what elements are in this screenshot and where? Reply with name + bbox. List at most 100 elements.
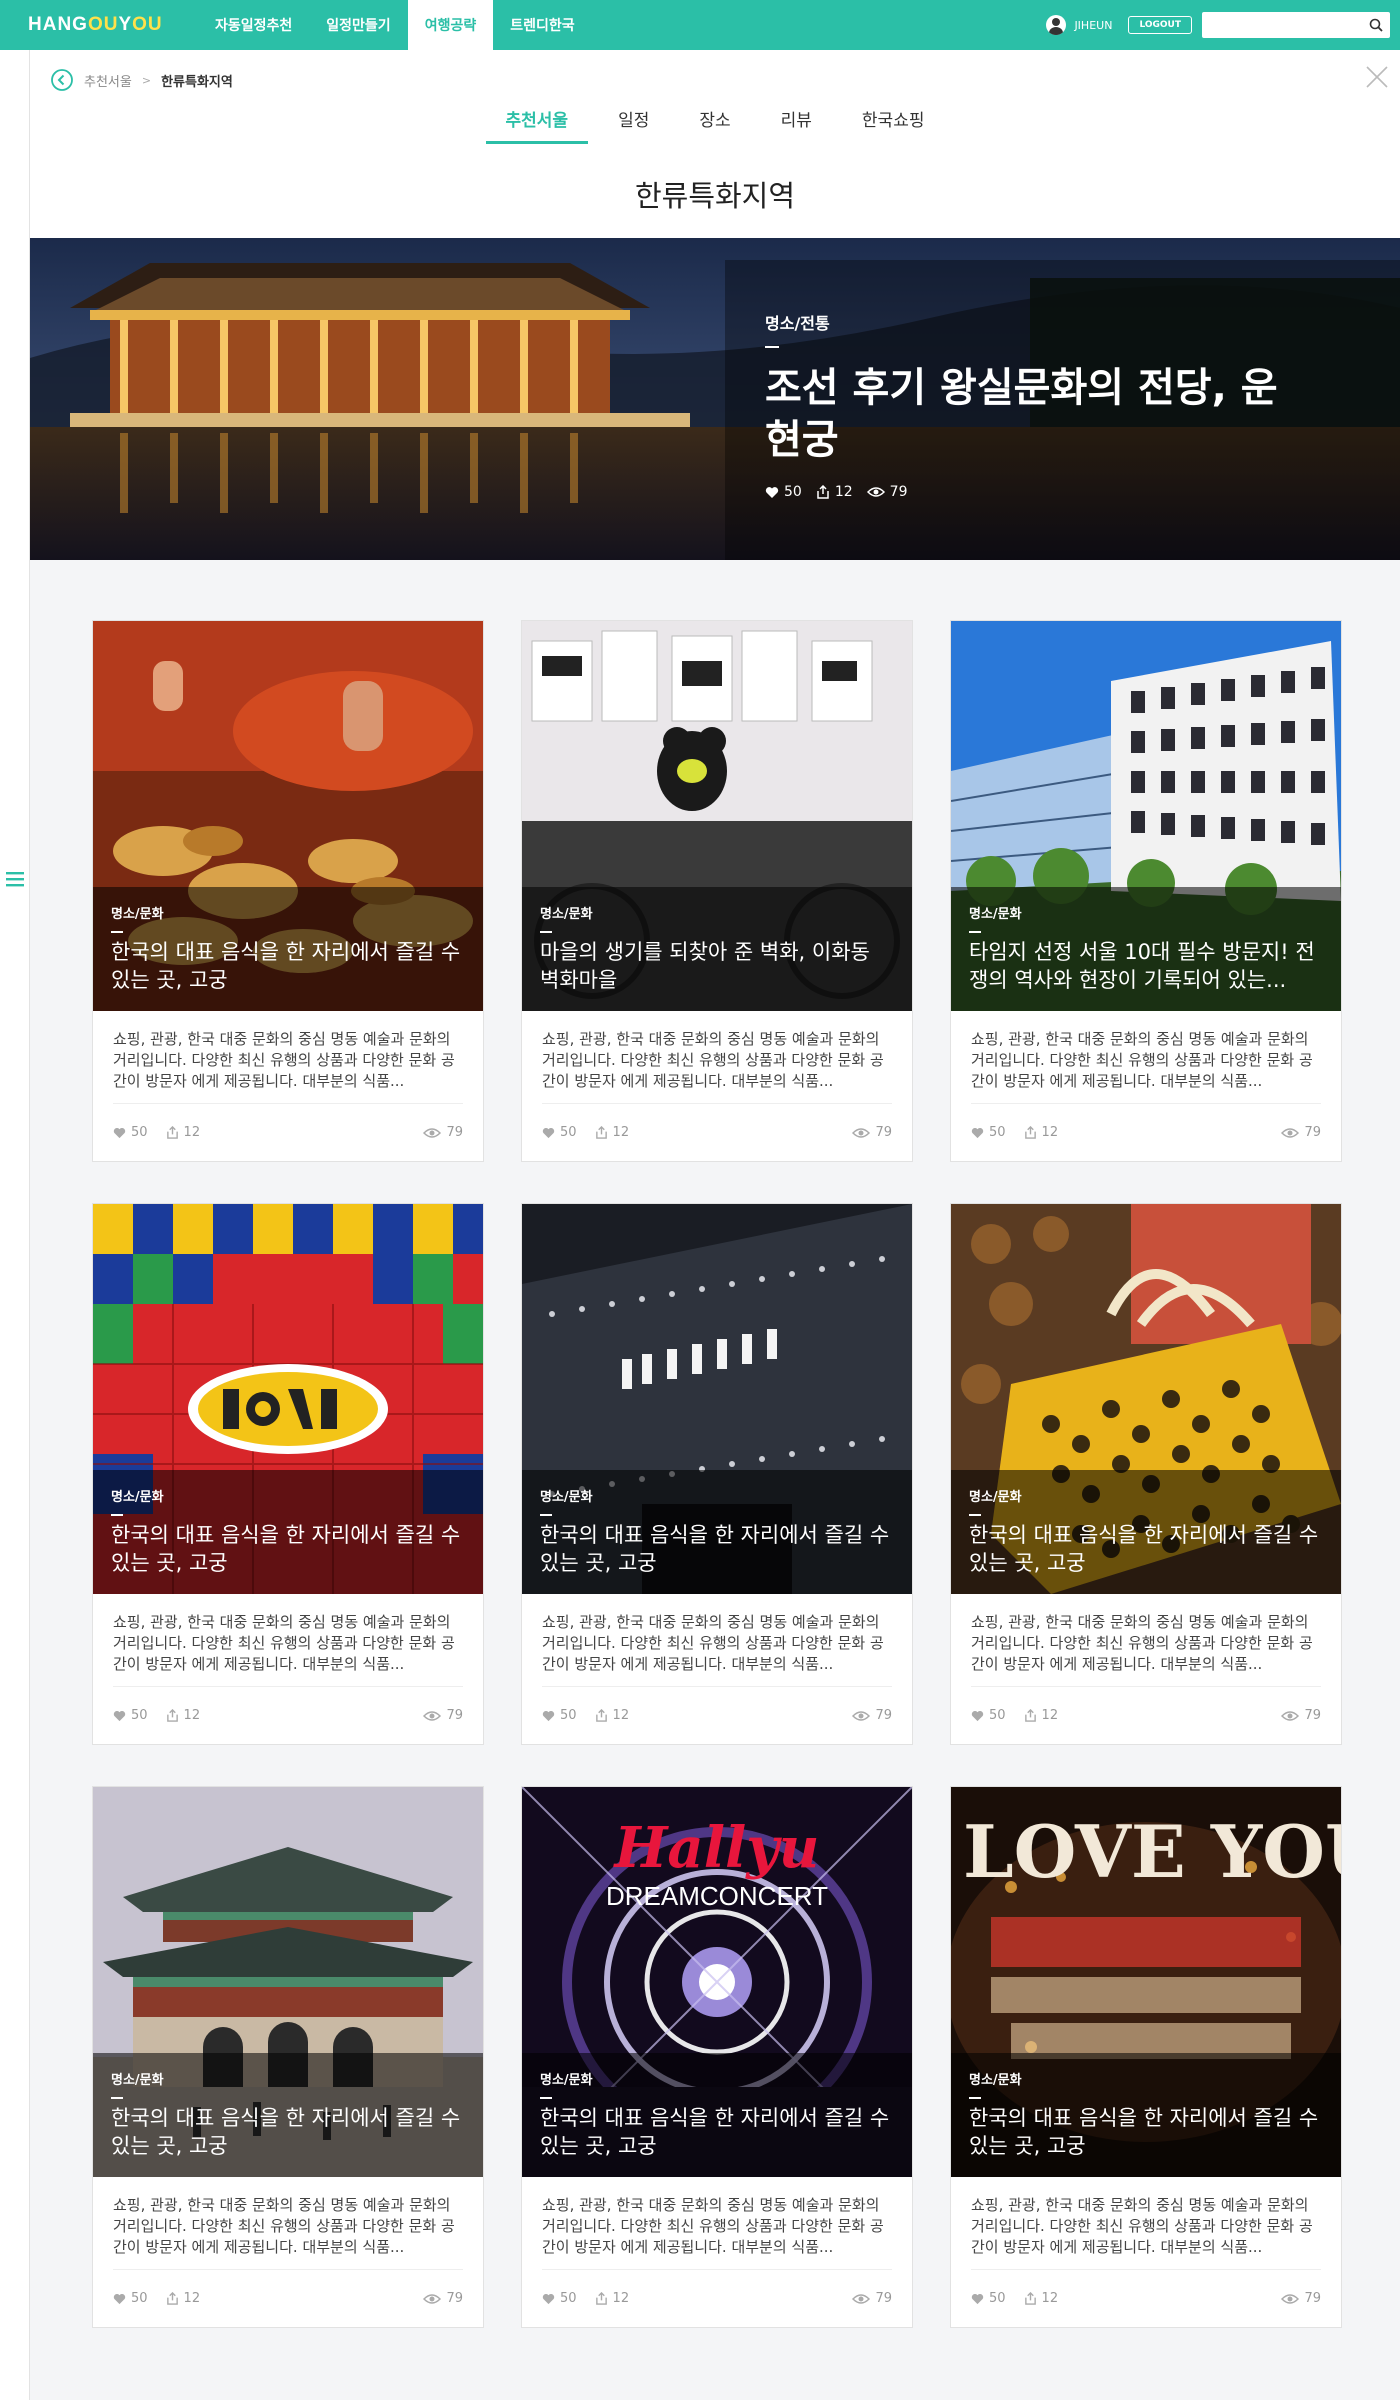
- nav-item-make-schedule[interactable]: 일정만들기: [309, 0, 407, 50]
- card-likes[interactable]: 50: [971, 2291, 1006, 2306]
- heart-icon: [971, 1710, 984, 1721]
- shares-count: 12: [183, 2291, 201, 2306]
- card-shares[interactable]: 12: [595, 1708, 629, 1723]
- search-input[interactable]: [1202, 12, 1362, 38]
- card-likes[interactable]: 50: [971, 1708, 1006, 1723]
- card-shares[interactable]: 12: [166, 2291, 201, 2306]
- page-header: 추천서울 > 한류특화지역 추천서울 일정 장소 리뷰 한국쇼핑 한류특화지역: [30, 50, 1400, 240]
- card-category: 명소/문화: [969, 1490, 1022, 1505]
- card-shares[interactable]: 12: [166, 1125, 201, 1140]
- tab-recommended-seoul[interactable]: 추천서울: [485, 106, 589, 144]
- card-image: 명소/문화 한국의 대표 음식을 한 자리에서 즐길 수 있는 곳, 고궁: [93, 621, 483, 1011]
- card-likes[interactable]: 50: [113, 2291, 148, 2306]
- place-card[interactable]: I LOVE YOU 명소/문화 한국의 대표 음식을 한 자리에서 즐길 수 …: [950, 1786, 1342, 2328]
- hamburger-menu-icon[interactable]: [6, 870, 24, 888]
- card-likes[interactable]: 50: [542, 2291, 577, 2306]
- tab-reviews[interactable]: 리뷰: [761, 106, 832, 144]
- nav-item-auto-schedule[interactable]: 자동일정추천: [198, 0, 309, 50]
- place-card[interactable]: 명소/문화 한국의 대표 음식을 한 자리에서 즐길 수 있는 곳, 고궁 쇼핑…: [92, 620, 484, 1162]
- username: JIHEUN: [1074, 18, 1113, 32]
- place-card[interactable]: 명소/문화 한국의 대표 음식을 한 자리에서 즐길 수 있는 곳, 고궁 쇼핑…: [92, 1203, 484, 1745]
- card-caption-overlay: 명소/문화 한국의 대표 음식을 한 자리에서 즐길 수 있는 곳, 고궁: [522, 2053, 912, 2177]
- card-shares[interactable]: 12: [595, 1125, 630, 1140]
- likes-count: 50: [131, 1708, 148, 1723]
- search-icon[interactable]: [1368, 17, 1384, 33]
- eye-icon: [423, 2293, 442, 2304]
- card-image: 명소/문화 한국의 대표 음식을 한 자리에서 즐길 수 있는 곳, 고궁: [93, 1787, 483, 2177]
- back-arrow-icon[interactable]: [50, 68, 74, 92]
- hero-category: 명소/전통: [765, 314, 830, 333]
- card-views: 79: [1281, 1125, 1321, 1140]
- breadcrumb-parent[interactable]: 추천서울: [84, 71, 132, 90]
- card-views: 79: [1281, 1708, 1321, 1723]
- card-title: 한국의 대표 음식을 한 자리에서 즐길 수 있는 곳, 고궁: [111, 1523, 461, 1575]
- card-stats: 50 12 79: [971, 2269, 1321, 2327]
- divider: [969, 1514, 981, 1516]
- card-title: 타임지 선정 서울 10대 필수 방문지! 전쟁의 역사와 현장이 기록되어 있…: [969, 940, 1315, 992]
- tab-places[interactable]: 장소: [679, 106, 750, 144]
- eye-icon: [852, 1710, 871, 1721]
- place-card[interactable]: 명소/문화 한국의 대표 음식을 한 자리에서 즐길 수 있는 곳, 고궁 쇼핑…: [92, 1786, 484, 2328]
- card-stats: 50 12 79: [542, 1103, 892, 1161]
- views-count: 79: [446, 2291, 463, 2306]
- card-shares[interactable]: 12: [595, 2291, 629, 2306]
- card-likes[interactable]: 50: [113, 1125, 148, 1140]
- card-description: 쇼핑, 관광, 한국 대중 문화의 중심 명동 예술과 문화의 거리입니다. 다…: [113, 1613, 455, 1673]
- place-card[interactable]: Hallyu DREAMCONCERT 명소/문화 한국의 대표 음식을 한 자…: [521, 1786, 913, 2328]
- card-stats: 50 12 79: [113, 1103, 463, 1161]
- card-caption-overlay: 명소/문화 타임지 선정 서울 10대 필수 방문지! 전쟁의 역사와 현장이 …: [951, 887, 1341, 1011]
- tab-schedule[interactable]: 일정: [598, 106, 669, 144]
- site-logo[interactable]: HANGOUYOU: [28, 14, 188, 36]
- place-card[interactable]: 명소/문화 마을의 생기를 되찾아 준 벽화, 이화동 벽화마을 쇼핑, 관광,…: [521, 620, 913, 1162]
- shares-count: 12: [183, 1125, 201, 1140]
- card-shares[interactable]: 12: [1024, 1125, 1058, 1140]
- card-shares[interactable]: 12: [1024, 2291, 1059, 2306]
- share-icon: [1024, 1126, 1036, 1139]
- card-likes[interactable]: 50: [542, 1708, 577, 1723]
- card-description: 쇼핑, 관광, 한국 대중 문화의 중심 명동 예술과 문화의 거리입니다. 다…: [113, 2196, 455, 2256]
- nav-item-trendy-korea[interactable]: 트렌디한국: [493, 0, 591, 50]
- heart-icon: [971, 2293, 984, 2304]
- views-count: 79: [446, 1708, 463, 1723]
- share-icon: [166, 1126, 178, 1139]
- shares-count: 12: [1041, 2291, 1059, 2306]
- eye-icon: [423, 1710, 442, 1721]
- shares-count: 12: [1041, 1708, 1059, 1723]
- card-likes[interactable]: 50: [113, 1708, 148, 1723]
- card-image: 명소/문화 타임지 선정 서울 10대 필수 방문지! 전쟁의 역사와 현장이 …: [951, 621, 1341, 1011]
- views-count: 79: [889, 484, 908, 500]
- place-card[interactable]: 명소/문화 한국의 대표 음식을 한 자리에서 즐길 수 있는 곳, 고궁 쇼핑…: [521, 1203, 913, 1745]
- hero-banner[interactable]: 명소/전통 조선 후기 왕실문화의 전당, 운현궁 50 12 79: [30, 238, 1400, 560]
- likes-count: 50: [989, 2291, 1006, 2306]
- shares-count: 12: [612, 1125, 630, 1140]
- card-shares[interactable]: 12: [166, 1708, 200, 1723]
- divider: [969, 2097, 981, 2099]
- nav-item-travel-guide[interactable]: 여행공략: [407, 0, 494, 50]
- card-likes[interactable]: 50: [542, 1125, 577, 1140]
- place-card[interactable]: 명소/문화 한국의 대표 음식을 한 자리에서 즐길 수 있는 곳, 고궁 쇼핑…: [950, 1203, 1342, 1745]
- close-icon[interactable]: [1364, 64, 1390, 90]
- page-title: 한류특화지역: [634, 179, 796, 213]
- place-card[interactable]: 명소/문화 타임지 선정 서울 10대 필수 방문지! 전쟁의 역사와 현장이 …: [950, 620, 1342, 1162]
- hero-likes[interactable]: 50: [765, 484, 802, 500]
- heart-icon: [542, 1710, 555, 1721]
- hero-shares[interactable]: 12: [816, 484, 853, 500]
- heart-icon: [542, 2293, 555, 2304]
- card-views: 79: [423, 2291, 463, 2306]
- card-likes[interactable]: 50: [971, 1125, 1006, 1140]
- card-shares[interactable]: 12: [1024, 1708, 1059, 1723]
- top-navigation-bar: HANGOUYOU 자동일정추천 일정만들기 여행공략 트렌디한국 JIHEUN…: [0, 0, 1400, 50]
- card-caption-overlay: 명소/문화 한국의 대표 음식을 한 자리에서 즐길 수 있는 곳, 고궁: [93, 1470, 483, 1594]
- card-caption-overlay: 명소/문화 한국의 대표 음식을 한 자리에서 즐길 수 있는 곳, 고궁: [93, 887, 483, 1011]
- card-category: 명소/문화: [969, 907, 1022, 922]
- avatar[interactable]: [1046, 15, 1067, 35]
- divider: [111, 1514, 123, 1516]
- card-title: 한국의 대표 음식을 한 자리에서 즐길 수 있는 곳, 고궁: [969, 2106, 1319, 2158]
- tab-korea-shopping[interactable]: 한국쇼핑: [842, 106, 945, 144]
- likes-count: 50: [989, 1125, 1006, 1140]
- card-title: 한국의 대표 음식을 한 자리에서 즐길 수 있는 곳, 고궁: [111, 940, 461, 992]
- logout-button[interactable]: LOGOUT: [1128, 16, 1192, 34]
- share-icon: [166, 1709, 178, 1722]
- left-rail: [0, 50, 30, 2400]
- heart-icon: [542, 1127, 555, 1138]
